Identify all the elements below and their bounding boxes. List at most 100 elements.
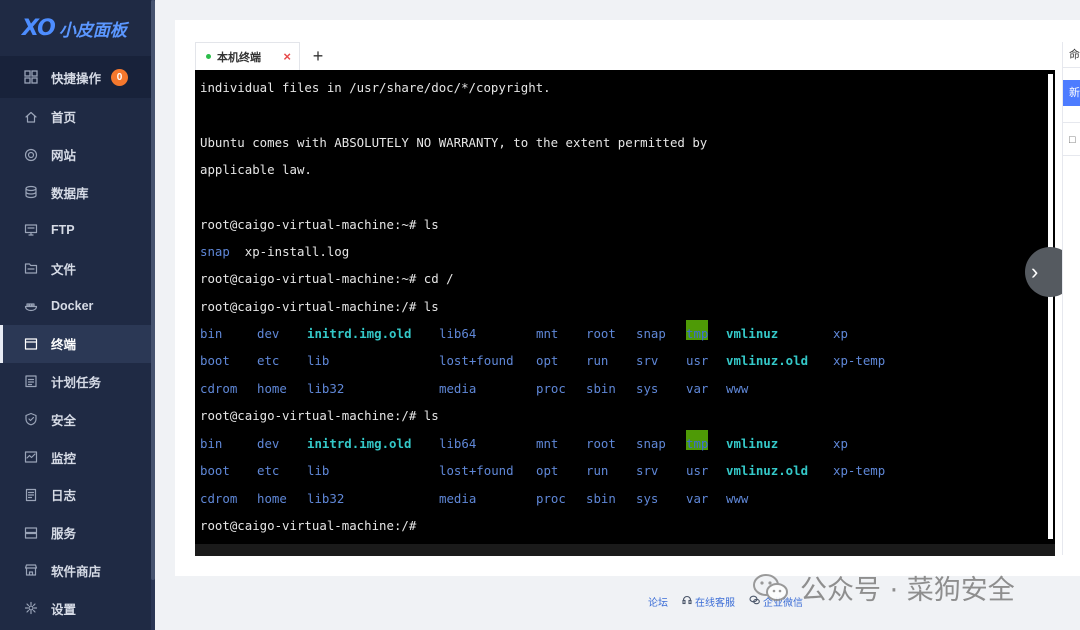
sidebar-item-home[interactable]: 首页	[0, 98, 155, 136]
sidebar-item-label: 计划任务	[51, 375, 102, 390]
sidebar-item-server[interactable]: 服务	[0, 514, 155, 552]
ls-entry: var	[686, 490, 709, 506]
ls-entry: opt	[536, 353, 559, 369]
sidebar-item-globe[interactable]: 网站	[0, 136, 155, 174]
sidebar-item-label: 服务	[51, 527, 77, 542]
terminal-command: ls	[423, 217, 439, 232]
terminal-command: ls	[423, 299, 439, 314]
ls-entry: lib	[307, 353, 330, 369]
terminal-command-line: root@caigo-virtual-machine:/# ls	[200, 293, 439, 320]
ls-entry: etc	[257, 353, 280, 369]
ls-entry: cdrom	[200, 490, 238, 506]
sidebar-item-label: 设置	[51, 602, 77, 617]
ls-entry: opt	[536, 463, 559, 479]
add-tab-button[interactable]: +	[306, 42, 330, 70]
ls-entry: home	[257, 380, 287, 396]
sidebar-item-monitor[interactable]: FTP	[0, 211, 155, 249]
footer-link-label: 论坛	[648, 598, 668, 609]
ls-entry: www	[726, 380, 749, 396]
sidebar-item-shield[interactable]: 安全	[0, 400, 155, 438]
sidebar-item-log[interactable]: 日志	[0, 476, 155, 514]
ls-entry: srv	[636, 463, 659, 479]
ls-entry: initrd.img.old	[307, 326, 412, 341]
gear-icon	[24, 601, 38, 615]
ls-entry: media	[439, 490, 477, 506]
watermark: 公众号 · 菜狗安全	[752, 568, 1015, 607]
ls-entry: sys	[636, 490, 659, 506]
ls-entry: boot	[200, 353, 230, 369]
close-icon[interactable]: ×	[283, 49, 291, 64]
sidebar-scrollbar-thumb[interactable]	[151, 0, 155, 580]
ls-entry: vmlinuz.old	[726, 353, 809, 369]
sidebar-item-quick-actions[interactable]: 快捷操作 0	[0, 56, 155, 98]
terminal-command-line: root@caigo-virtual-machine:/#	[200, 512, 424, 539]
ls-entry: dev	[257, 436, 280, 451]
calendar-icon	[24, 374, 38, 388]
ls-entry: xp	[833, 326, 848, 341]
brand-logo[interactable]: XO 小皮面板	[0, 0, 155, 56]
terminal-icon	[24, 337, 38, 351]
sidebar-item-store[interactable]: 软件商店	[0, 552, 155, 590]
grid-icon	[24, 70, 38, 84]
terminal-screen[interactable]: individual files in /usr/share/doc/*/cop…	[195, 70, 1055, 556]
ls-entry: bin	[200, 436, 223, 451]
ls-entry: vmlinuz	[726, 436, 779, 451]
sidebar-item-label: 安全	[51, 413, 77, 428]
terminal-command-line: root@caigo-virtual-machine:~# ls	[200, 211, 439, 238]
ls-entry: cdrom	[200, 380, 238, 396]
sidebar-item-label: 文件	[51, 262, 77, 277]
sidebar-item-docker[interactable]: Docker	[0, 287, 155, 325]
terminal-bottom-bar	[195, 544, 1055, 556]
sidebar-item-label: 日志	[51, 489, 77, 504]
ls-entry: usr	[686, 463, 709, 479]
right-panel-row[interactable]: □	[1063, 122, 1080, 156]
ls-entry: media	[439, 380, 477, 396]
docker-icon	[24, 299, 38, 313]
tab-local-terminal[interactable]: 本机终端 ×	[195, 42, 300, 70]
sidebar-item-terminal[interactable]: 终端	[0, 324, 155, 363]
terminal-prompt: root@caigo-virtual-machine:/#	[200, 299, 424, 314]
ls-entry: srv	[636, 353, 659, 369]
sidebar-item-label: 终端	[51, 338, 77, 353]
sidebar-item-database[interactable]: 数据库	[0, 174, 155, 212]
right-panel-button[interactable]: 新	[1063, 80, 1080, 106]
dir-entry: snap	[200, 244, 230, 259]
terminal-line: Ubuntu comes with ABSOLUTELY NO WARRANTY…	[200, 135, 708, 150]
headset-icon	[682, 595, 692, 608]
ls-entry: sys	[636, 380, 659, 396]
sidebar-item-gear[interactable]: 设置	[0, 589, 155, 627]
ls-entry: lost+found	[439, 463, 514, 479]
footer-link-support[interactable]: 在线客服	[682, 594, 735, 609]
sidebar-item-chart[interactable]: 监控	[0, 438, 155, 476]
terminal-prompt: root@caigo-virtual-machine:~#	[200, 271, 424, 286]
ls-entry: dev	[257, 326, 280, 341]
sidebar-item-label: FTP	[51, 223, 75, 238]
terminal-tabbar: 本机终端 × +	[195, 42, 330, 70]
sidebar-item-label: 网站	[51, 149, 77, 164]
footer-link-label: 在线客服	[695, 598, 735, 609]
ls-entry: home	[257, 490, 287, 506]
ls-entry: snap	[636, 326, 666, 341]
terminal-command-line: root@caigo-virtual-machine:~# cd /	[200, 265, 454, 292]
terminal-command: ls	[423, 408, 439, 423]
ls-entry: bin	[200, 326, 223, 341]
ls-entry: xp-temp	[833, 353, 886, 369]
ls-entry: lib32	[307, 380, 345, 396]
right-panel-tab[interactable]: 命	[1063, 42, 1080, 68]
ls-entry: proc	[536, 380, 566, 396]
footer-link-forum[interactable]: 论坛	[648, 594, 668, 609]
notification-badge: 0	[111, 68, 129, 86]
ls-entry: run	[586, 463, 609, 479]
terminal-prompt: root@caigo-virtual-machine:~#	[200, 217, 424, 232]
ls-entry: xp-temp	[833, 463, 886, 479]
monitor-icon	[24, 223, 38, 237]
terminal-command: cd /	[423, 271, 454, 286]
sidebar-item-folder[interactable]: 文件	[0, 249, 155, 287]
terminal-scrollbar[interactable]	[1048, 74, 1053, 539]
ls-entry: mnt	[536, 436, 559, 451]
ls-entry: root	[586, 436, 616, 451]
tab-label: 本机终端	[217, 51, 261, 64]
ls-entry: lib32	[307, 490, 345, 506]
terminal-command-line: root@caigo-virtual-machine:/# ls	[200, 402, 439, 429]
sidebar-item-calendar[interactable]: 计划任务	[0, 363, 155, 401]
